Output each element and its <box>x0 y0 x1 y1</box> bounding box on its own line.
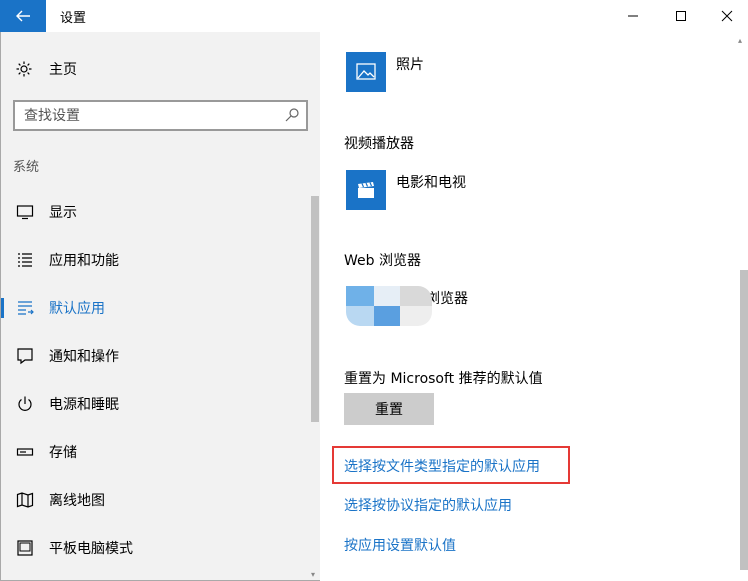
map-icon <box>16 491 34 509</box>
sidebar-scrollbar[interactable]: ▾ <box>310 196 319 581</box>
section-label: 系统 <box>13 160 40 175</box>
tablet-icon <box>16 539 34 557</box>
search-box[interactable] <box>13 100 308 131</box>
link-default-by-protocol[interactable]: 选择按协议指定的默认应用 <box>344 495 512 515</box>
maximize-icon <box>676 11 686 21</box>
display-icon <box>16 203 34 221</box>
sidebar-item-label: 存储 <box>49 445 77 461</box>
sidebar-item-label: 电源和睡眠 <box>49 397 119 413</box>
minimize-icon <box>628 15 638 17</box>
storage-icon <box>16 443 34 461</box>
sidebar-item-power[interactable]: 电源和睡眠 <box>1 380 309 428</box>
sidebar-item-tablet-mode[interactable]: 平板电脑模式 <box>1 524 309 572</box>
sidebar-item-notifications[interactable]: 通知和操作 <box>1 332 309 380</box>
link-default-by-file-type[interactable]: 选择按文件类型指定的默认应用 <box>344 456 540 476</box>
sidebar-home-label: 主页 <box>49 62 77 78</box>
arrow-left-icon <box>16 10 30 22</box>
browser-app-name: 浏览器 <box>426 291 468 307</box>
power-icon <box>16 395 34 413</box>
scroll-down-icon[interactable]: ▾ <box>311 571 319 579</box>
sidebar-item-label: 通知和操作 <box>49 349 119 365</box>
sidebar-item-label: 平板电脑模式 <box>49 541 133 557</box>
browser-app-icon <box>346 286 432 326</box>
link-set-defaults-by-app[interactable]: 按应用设置默认值 <box>344 535 456 555</box>
movies-app-tile <box>346 170 386 210</box>
main-content: 照片 视频播放器 电影和电视 Web 浏览器 浏览器 重置为 Microsoft… <box>320 32 748 581</box>
default-apps-icon <box>16 299 34 317</box>
window-title: 设置 <box>60 11 87 26</box>
sidebar-item-storage[interactable]: 存储 <box>1 428 309 476</box>
notification-icon <box>16 347 34 365</box>
back-button[interactable] <box>0 0 46 32</box>
sidebar: 主页 系统 显示 应用和功能 默认应用 <box>0 32 320 581</box>
main-scrollbar[interactable]: ▴ <box>736 32 748 581</box>
maximize-button[interactable] <box>658 0 704 32</box>
sidebar-item-label: 显示 <box>49 205 77 221</box>
sidebar-item-default-apps[interactable]: 默认应用 <box>1 284 309 332</box>
main-scroll-thumb[interactable] <box>740 270 748 570</box>
search-icon[interactable] <box>284 107 300 123</box>
search-input[interactable] <box>15 102 265 129</box>
apps-list-icon <box>16 251 34 269</box>
scroll-up-icon[interactable]: ▴ <box>738 36 742 45</box>
close-button[interactable] <box>704 0 748 32</box>
close-icon <box>721 10 733 22</box>
sidebar-item-offline-maps[interactable]: 离线地图 <box>1 476 309 524</box>
photo-icon <box>356 63 376 80</box>
video-app-name: 电影和电视 <box>396 175 466 191</box>
sidebar-item-label: 离线地图 <box>49 493 105 509</box>
sidebar-item-display[interactable]: 显示 <box>1 188 309 236</box>
photo-app-selector[interactable]: 照片 <box>346 52 424 92</box>
movie-clapper-icon <box>358 182 374 198</box>
sidebar-item-label: 应用和功能 <box>49 253 119 269</box>
video-app-selector[interactable]: 电影和电视 <box>346 170 466 210</box>
sidebar-item-apps[interactable]: 应用和功能 <box>1 236 309 284</box>
gear-icon <box>16 61 32 77</box>
reset-label: 重置为 Microsoft 推荐的默认值 <box>344 371 543 387</box>
browser-app-selector[interactable]: 浏览器 <box>346 286 468 326</box>
video-category-title: 视频播放器 <box>344 136 414 152</box>
reset-button[interactable]: 重置 <box>344 393 434 425</box>
photo-app-name: 照片 <box>396 57 424 73</box>
title-bar: 设置 <box>0 0 748 32</box>
minimize-button[interactable] <box>610 0 656 32</box>
photos-app-tile <box>346 52 386 92</box>
browser-category-title: Web 浏览器 <box>344 253 421 269</box>
sidebar-nav: 显示 应用和功能 默认应用 通知和操作 电源和睡眠 存储 离线地图 平板电脑模式 <box>1 188 309 572</box>
sidebar-scroll-thumb[interactable] <box>311 196 319 422</box>
sidebar-item-label: 默认应用 <box>49 301 105 317</box>
sidebar-home[interactable]: 主页 <box>15 59 77 79</box>
